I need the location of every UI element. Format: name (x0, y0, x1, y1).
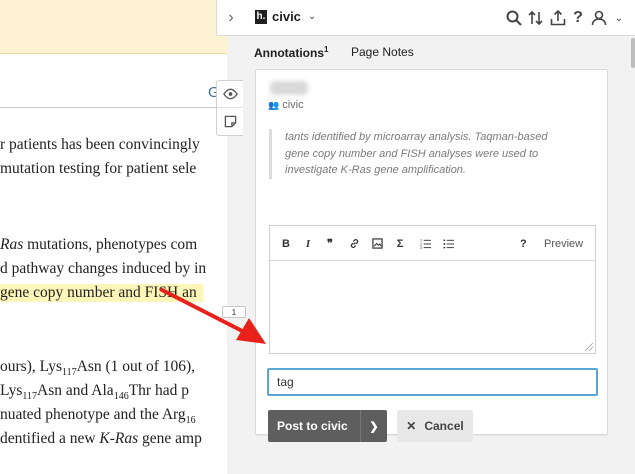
annotation-count: 1 (324, 45, 329, 54)
search-button[interactable] (504, 8, 524, 28)
chevron-down-icon: ⌄ (307, 11, 317, 22)
note-icon (224, 115, 236, 128)
annotation-group: 👥 civic (268, 99, 304, 111)
sort-button[interactable] (526, 8, 546, 28)
markdown-help-button[interactable]: ? (520, 226, 527, 261)
toggle-highlights-button[interactable] (217, 81, 243, 108)
user-menu-button[interactable] (589, 8, 609, 28)
numbered-list-icon: 123 (420, 239, 431, 249)
group-selector[interactable]: h. civic ⌄ (255, 9, 316, 24)
quote-line: tants identified by microarray analysis.… (285, 131, 548, 143)
username-redacted (270, 81, 308, 95)
numbered-list-button[interactable]: 123 (416, 226, 434, 261)
article-line: r patients has been convincingly (0, 136, 200, 153)
article-line: ours), Lys117Asn (1 out of 106), (0, 358, 196, 379)
chevron-down-icon[interactable]: ❯ (361, 420, 387, 433)
image-icon (371, 238, 383, 249)
quote-line: investigate K-Ras gene amplification. (285, 164, 466, 176)
help-button[interactable]: ? (568, 8, 588, 28)
group-icon: 👥 (268, 99, 280, 110)
cancel-button[interactable]: ✕ Cancel (397, 410, 473, 442)
chevron-right-icon: › (228, 9, 234, 26)
new-page-note-button[interactable] (217, 108, 243, 135)
annotation-sidebar: › h. civic ⌄ ? ⌄ Annotations1 Page Notes… (216, 0, 635, 474)
bullet-list-button[interactable] (439, 226, 457, 261)
svg-text:3: 3 (420, 246, 422, 249)
highlighted-region (0, 0, 227, 54)
eye-icon (222, 88, 238, 100)
markdown-toolbar: B I ❞ Σ 123 ? Preview (270, 226, 595, 261)
article-pane: G r patients has been convincingly mutat… (0, 0, 227, 474)
article-line: mutation testing for patient sele (0, 160, 197, 177)
annotation-card: 👥 civic tants identified by microarray a… (255, 69, 608, 442)
italic-button[interactable]: I (299, 226, 317, 261)
chevron-down-icon: ⌄ (614, 12, 624, 24)
annotation-count-bubble[interactable]: 1 (222, 306, 246, 318)
sidebar-toggles (216, 80, 243, 136)
quote-line: gene copy number and FISH analyses were … (285, 147, 539, 160)
annotation-quote[interactable]: tants identified by microarray analysis.… (269, 129, 589, 179)
sidebar-top-bar: › h. civic ⌄ ? ⌄ (216, 0, 635, 36)
article-line: d pathway changes induced by in (0, 260, 207, 277)
help-icon: ? (573, 9, 583, 26)
search-icon (506, 10, 522, 26)
preview-button[interactable]: Preview (544, 226, 583, 261)
user-icon (591, 10, 607, 26)
bullet-list-icon (442, 239, 454, 249)
math-button[interactable]: Σ (391, 226, 409, 261)
markdown-editor: B I ❞ Σ 123 ? Preview (269, 225, 596, 354)
article-line: nuated phenotype and the Arg16 (0, 406, 196, 427)
sort-icon (528, 10, 543, 26)
cancel-button-label: Cancel (424, 419, 464, 433)
image-button[interactable] (368, 226, 386, 261)
article-line: dentified a new K-Ras gene amp (0, 430, 202, 447)
collapse-sidebar-button[interactable]: › (217, 0, 245, 36)
quote-button[interactable]: ❞ (321, 226, 339, 261)
tag-input[interactable] (267, 368, 598, 396)
share-button[interactable] (548, 8, 568, 28)
bold-button[interactable]: B (277, 226, 295, 261)
resize-handle[interactable] (585, 343, 593, 351)
close-icon: ✕ (406, 419, 417, 433)
hypothesis-logo-icon: h. (255, 9, 267, 24)
annotation-body-textarea[interactable] (270, 261, 595, 353)
group-name: civic (272, 9, 301, 24)
link-icon (350, 239, 358, 248)
scrollbar[interactable] (631, 38, 635, 68)
sidebar-content: Annotations1 Page Notes 👥 civic tants id… (216, 36, 635, 474)
article-line-highlighted[interactable]: gene copy number and FISH an (0, 284, 203, 302)
post-button[interactable]: Post to civic ❯ (268, 410, 387, 442)
group-label: civic (282, 99, 304, 111)
share-icon (550, 10, 566, 26)
tab-page-notes[interactable]: Page Notes (351, 45, 414, 59)
section-divider (0, 107, 227, 108)
post-button-label: Post to civic (277, 419, 348, 433)
article-line: Lys117Asn and Ala146Thr had p (0, 382, 189, 403)
article-line: Ras mutations, phenotypes com (0, 236, 198, 253)
user-menu-chevron[interactable]: ⌄ (609, 8, 629, 28)
tab-annotations[interactable]: Annotations1 (254, 45, 328, 60)
link-button[interactable] (345, 226, 363, 261)
